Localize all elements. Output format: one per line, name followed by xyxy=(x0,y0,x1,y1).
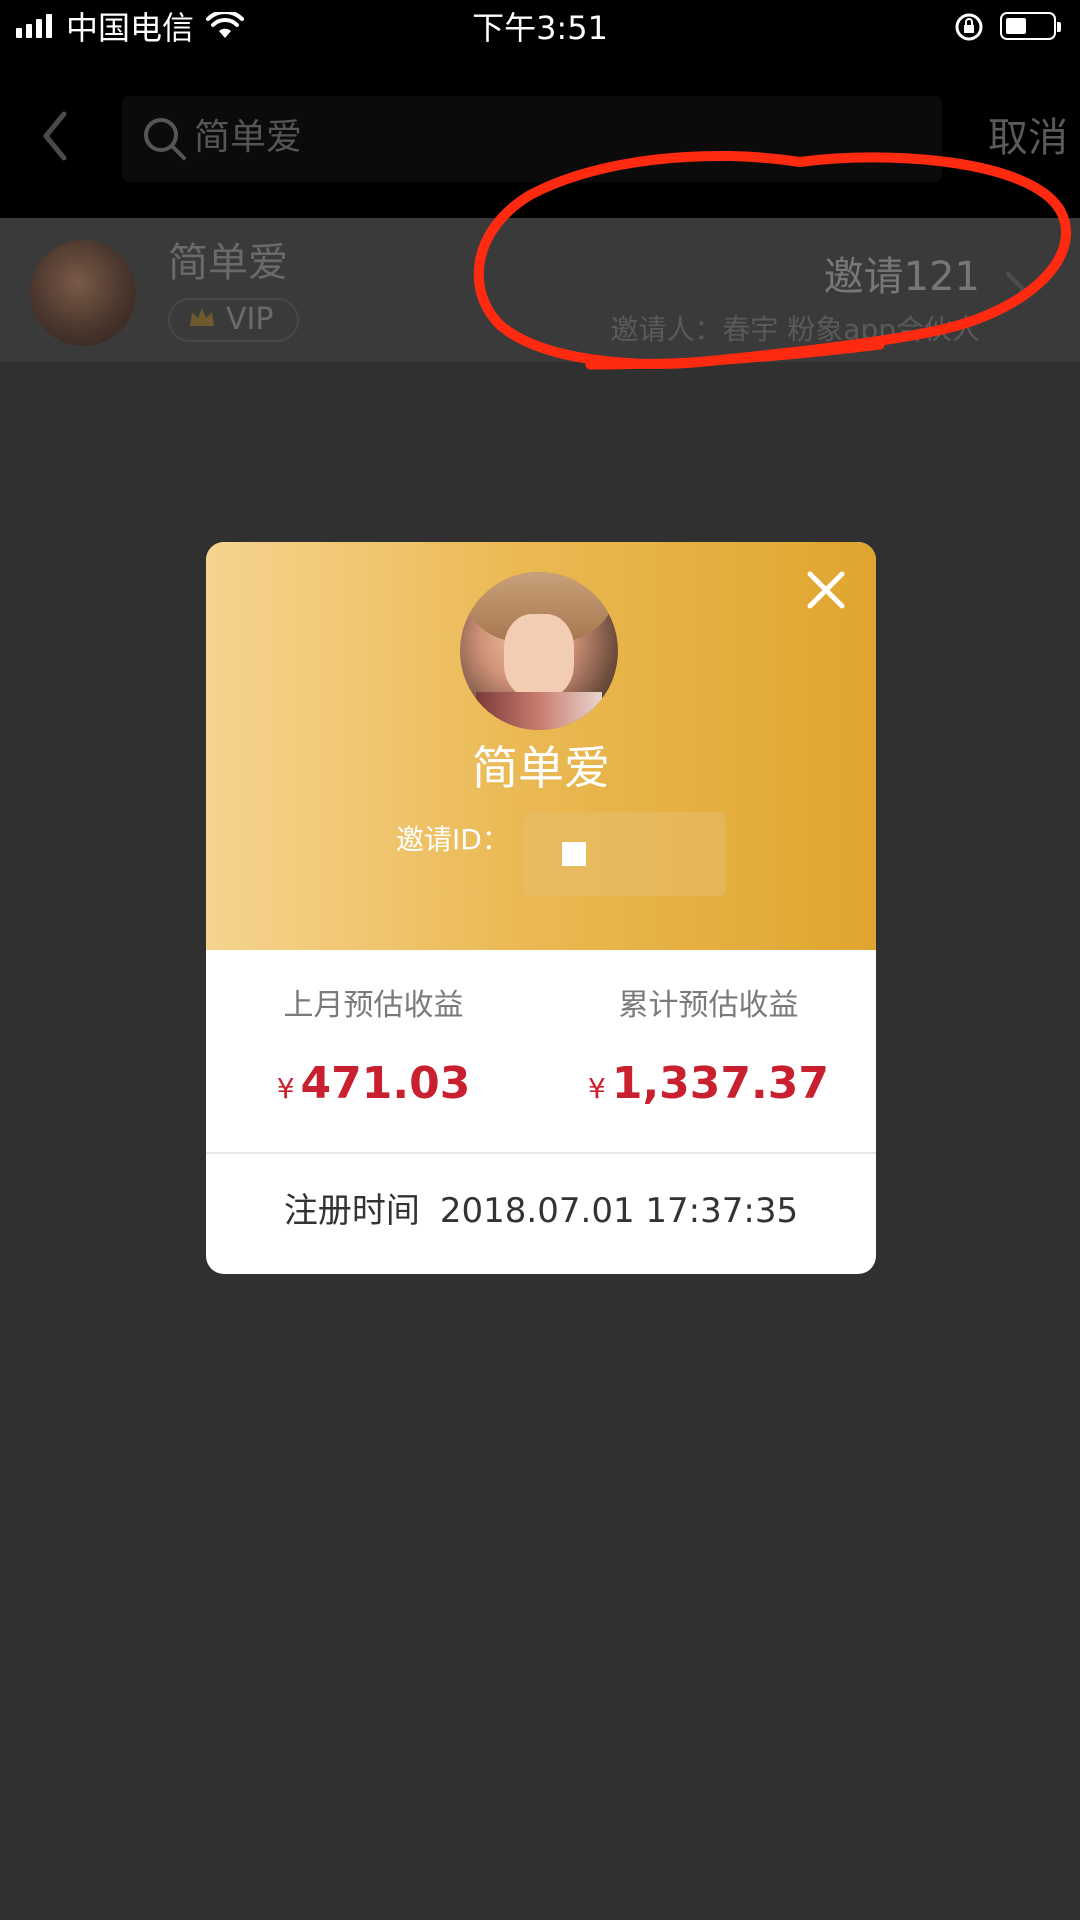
back-icon[interactable] xyxy=(36,106,76,166)
battery-icon xyxy=(1000,12,1061,40)
last-month-earnings: 上月预估收益 ¥471.03 xyxy=(206,986,541,1117)
card-user-name: 简单爱 xyxy=(472,741,610,795)
screen: 中国电信 下午3:51 简单爱 取消 简单爱 VIP 邀请121 邀请人：春宇 … xyxy=(0,0,1080,1920)
vip-badge: VIP xyxy=(168,298,300,342)
last-month-label: 上月预估收益 xyxy=(283,988,464,1023)
annotation-circle xyxy=(473,150,1071,370)
last-month-value: 471.03 xyxy=(300,1058,471,1109)
crown-icon xyxy=(190,308,214,326)
total-label: 累计预估收益 xyxy=(618,988,799,1023)
avatar xyxy=(460,572,618,730)
rotation-lock-icon xyxy=(955,13,983,41)
search-query: 简单爱 xyxy=(194,117,303,158)
divider xyxy=(206,1152,876,1154)
total-value: 1,337.37 xyxy=(611,1058,829,1109)
invite-id-label: 邀请ID： xyxy=(396,823,510,856)
invite-id-redacted xyxy=(524,812,726,896)
register-time-value: 2018.07.01 17:37:35 xyxy=(439,1191,799,1231)
card-header: 简单爱 邀请ID： xyxy=(206,542,876,950)
currency-symbol: ¥ xyxy=(276,1072,295,1105)
status-bar: 中国电信 下午3:51 xyxy=(0,0,1080,56)
clock: 下午3:51 xyxy=(472,9,608,47)
close-icon[interactable] xyxy=(806,570,846,610)
vip-label: VIP xyxy=(226,302,274,337)
total-earnings: 累计预估收益 ¥1,337.37 xyxy=(541,986,876,1117)
currency-symbol: ¥ xyxy=(588,1072,606,1105)
registration-time: 注册时间 2018.07.01 17:37:35 xyxy=(206,1188,876,1234)
user-name: 简单爱 xyxy=(168,240,288,286)
register-label: 注册时间 xyxy=(283,1191,420,1231)
avatar xyxy=(30,240,136,346)
search-icon xyxy=(144,118,186,160)
invite-card-modal: 简单爱 邀请ID： 上月预估收益 ¥471.03 累计预估收益 ¥1,337.3… xyxy=(206,542,876,1274)
